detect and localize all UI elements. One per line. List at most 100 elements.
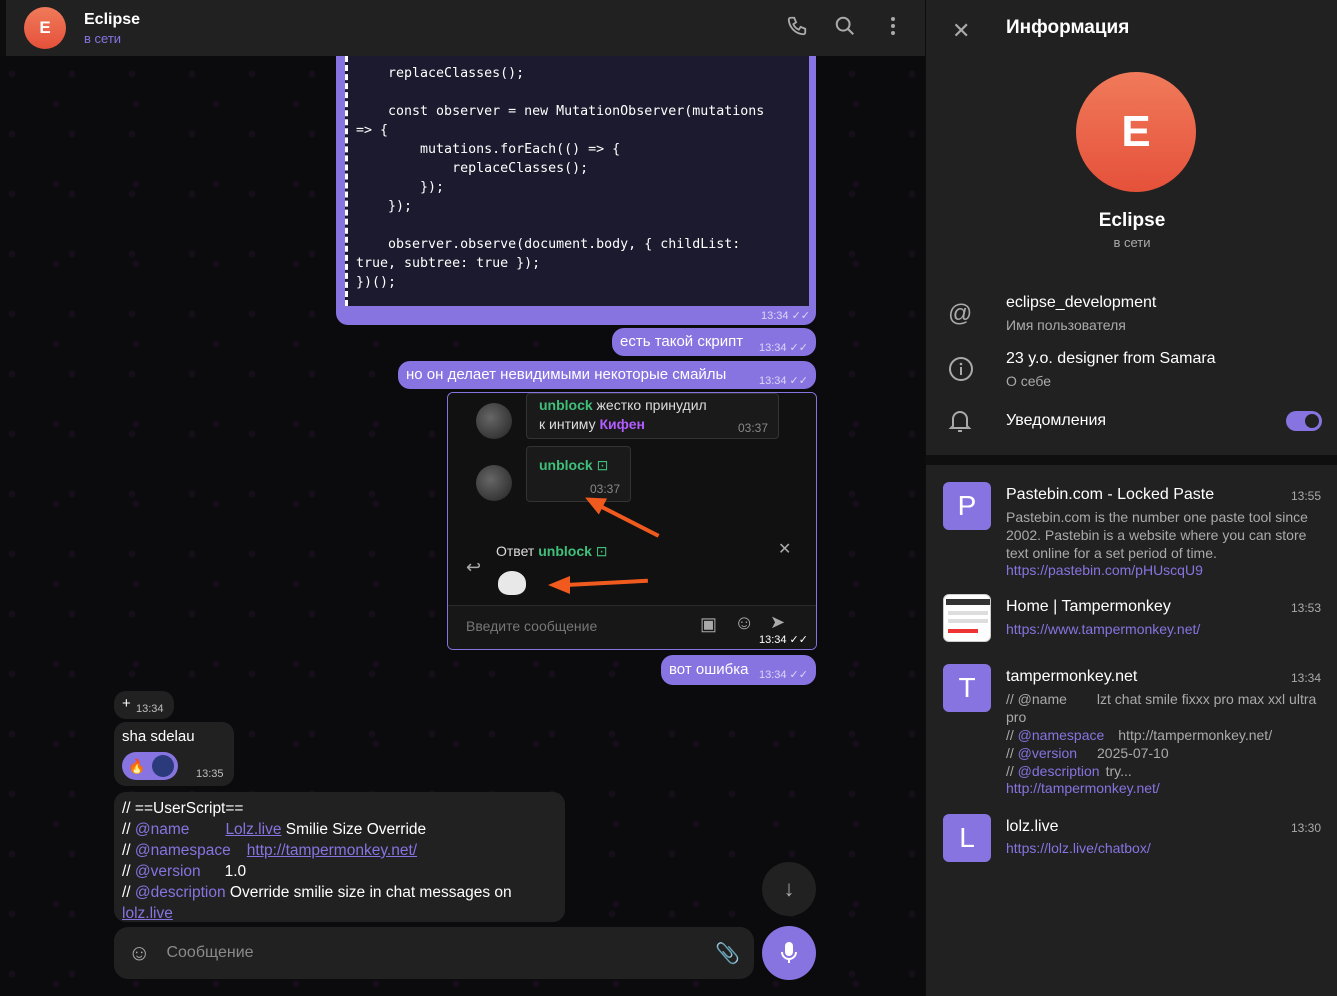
script-line: lolz.live	[122, 903, 557, 924]
header-actions	[785, 14, 905, 38]
bio-value: 23 y.o. designer from Samara	[1006, 350, 1216, 367]
screenshot-image-message[interactable]: unblock жестко принудил к интиму Кифен 0…	[447, 392, 817, 650]
message-time: 13:34 ✓✓	[758, 342, 808, 354]
chat-header[interactable]: E Eclipse в сети	[6, 0, 925, 56]
message-input[interactable]: Сообщение	[166, 944, 715, 962]
scroll-down-button[interactable]: ↓	[762, 862, 816, 916]
username-row[interactable]: @ eclipse_development Имя пользователя	[926, 292, 1337, 342]
info-panel: ✕ Информация E Eclipse в сети @ eclipse_…	[925, 0, 1337, 996]
emoji-icon: ☺	[734, 612, 755, 634]
message-text: вот ошибка	[669, 661, 749, 678]
username-label: Имя пользователя	[1006, 317, 1126, 333]
outgoing-message[interactable]: но он делает невидимыми некоторые смайлы…	[398, 361, 816, 389]
notifications-toggle[interactable]	[1286, 411, 1322, 431]
link-url[interactable]: http://tampermonkey.net/	[1006, 780, 1160, 796]
chat-status: в сети	[84, 30, 122, 46]
screenshot-message: unblock жестко принудил к интиму Кифен 0…	[526, 393, 779, 439]
send-icon: ➤	[770, 612, 786, 632]
at-icon: @	[948, 300, 973, 327]
info-icon	[948, 356, 976, 384]
search-icon[interactable]	[833, 14, 857, 38]
reaction-badge[interactable]: 🔥	[122, 752, 178, 780]
more-icon[interactable]	[881, 14, 905, 38]
link-time: 13:30	[1290, 821, 1321, 835]
link-url[interactable]: https://lolz.live/chatbox/	[1006, 840, 1151, 856]
link-title: tampermonkey.net	[1006, 668, 1138, 685]
script-line: // ==UserScript==	[122, 800, 244, 817]
link[interactable]: Lolz.live	[225, 821, 281, 838]
close-icon[interactable]: ✕	[952, 18, 970, 44]
profile-avatar[interactable]: E	[1076, 72, 1196, 192]
annotation-arrow	[565, 578, 648, 587]
app-root: replaceClasses(); const observer = new M…	[0, 0, 1337, 996]
link-title: Home | Tampermonkey	[1006, 598, 1171, 615]
script-line: // @namespace http://tampermonkey.net/	[122, 842, 418, 859]
link[interactable]: http://tampermonkey.net/	[247, 842, 417, 859]
script-line: // @name Lolz.live Smilie Size Override	[122, 821, 427, 838]
profile-status: в сети	[1113, 235, 1151, 250]
link-thumbnail: P	[943, 482, 991, 530]
bio-label: О себе	[1006, 373, 1052, 389]
user-avatar	[476, 403, 512, 439]
microphone-icon	[781, 942, 797, 963]
link-thumbnail: T	[943, 664, 991, 712]
section-divider	[926, 455, 1337, 465]
reply-header: Ответ unblock ⊡	[496, 543, 608, 559]
username-value: eclipse_development	[1006, 294, 1157, 311]
message-time: 13:34 ✓✓	[761, 310, 811, 322]
outgoing-message[interactable]: вот ошибка 13:34 ✓✓	[661, 655, 816, 685]
shared-link-item[interactable]: Home | Tampermonkey 13:53 https://www.ta…	[926, 594, 1337, 644]
reply-icon: ↩	[466, 557, 482, 577]
link-url[interactable]: https://pastebin.com/pHUscqU9	[1006, 562, 1203, 578]
link-thumbnail	[943, 594, 991, 642]
screenshot-content: unblock жестко принудил к интиму Кифен 0…	[448, 393, 816, 649]
shared-link-item[interactable]: T tampermonkey.net 13:34 // @name lzt cha…	[926, 664, 1337, 804]
plus-icon: +	[122, 695, 131, 712]
link-title: Pastebin.com - Locked Paste	[1006, 486, 1215, 503]
phone-icon[interactable]	[785, 14, 809, 38]
profile-name: Eclipse	[1098, 210, 1166, 231]
image-icon: ▣	[700, 614, 718, 634]
avatar[interactable]: E	[24, 7, 66, 49]
screenshot-message: unblock ⊡ 03:37	[526, 446, 631, 502]
panel-title: Информация	[1006, 17, 1130, 38]
link-time: 13:34	[1290, 671, 1321, 685]
incoming-message[interactable]: + 13:34	[114, 691, 174, 719]
message-composer[interactable]: ☺ Сообщение 📎	[114, 927, 754, 979]
incoming-message[interactable]: sha sdelau 🔥 13:35	[114, 722, 234, 786]
outgoing-message[interactable]: есть такой скрипт 13:34 ✓✓	[612, 328, 816, 356]
close-reply-icon: ✕	[778, 541, 792, 558]
link[interactable]: lolz.live	[122, 905, 173, 922]
message-text: но он делает невидимыми некоторые смайлы	[406, 366, 727, 383]
link-title: lolz.live	[1006, 818, 1059, 835]
emoji-icon[interactable]: ☺	[128, 940, 150, 966]
chat-area: replaceClasses(); const observer = new M…	[0, 0, 925, 996]
voice-record-button[interactable]	[762, 926, 816, 980]
user-avatar	[476, 465, 512, 501]
incoming-script-message[interactable]: // ==UserScript== // @name Lolz.live Smil…	[114, 792, 565, 922]
annotation-arrow	[597, 503, 660, 538]
link-time: 13:55	[1290, 489, 1321, 503]
attach-icon[interactable]: 📎	[715, 941, 740, 966]
code-block: replaceClasses(); const observer = new M…	[345, 56, 809, 306]
annotation-arrowhead	[548, 576, 570, 594]
smilie-image	[498, 571, 526, 595]
script-line: // @version 1.0	[122, 863, 247, 880]
avatar	[152, 755, 174, 777]
shared-link-item[interactable]: P Pastebin.com - Locked Paste 13:55 Past…	[926, 482, 1337, 582]
bio-row[interactable]: 23 y.o. designer from Samara О себе	[926, 348, 1337, 398]
bell-icon	[948, 408, 976, 436]
message-time: 13:34 ✓✓	[758, 634, 808, 646]
link-time: 13:53	[1290, 601, 1321, 615]
notifications-row[interactable]: Уведомления	[926, 404, 1337, 440]
message-time: 13:34 ✓✓	[758, 375, 808, 387]
link-description: // @name lzt chat smile fixxx pro max xxl…	[1006, 691, 1317, 779]
link-url[interactable]: https://www.tampermonkey.net/	[1006, 621, 1200, 637]
notifications-label: Уведомления	[1006, 412, 1107, 429]
fire-icon: 🔥	[128, 757, 146, 774]
script-line: // @description Override smilie size in …	[122, 884, 512, 901]
shared-link-item[interactable]: L lolz.live 13:30 https://lolz.live/chat…	[926, 814, 1337, 864]
message-time: 13:34 ✓✓	[758, 669, 808, 681]
read-check-icon: ✓✓	[791, 310, 811, 322]
chat-title-block[interactable]: Eclipse в сети	[84, 11, 140, 46]
